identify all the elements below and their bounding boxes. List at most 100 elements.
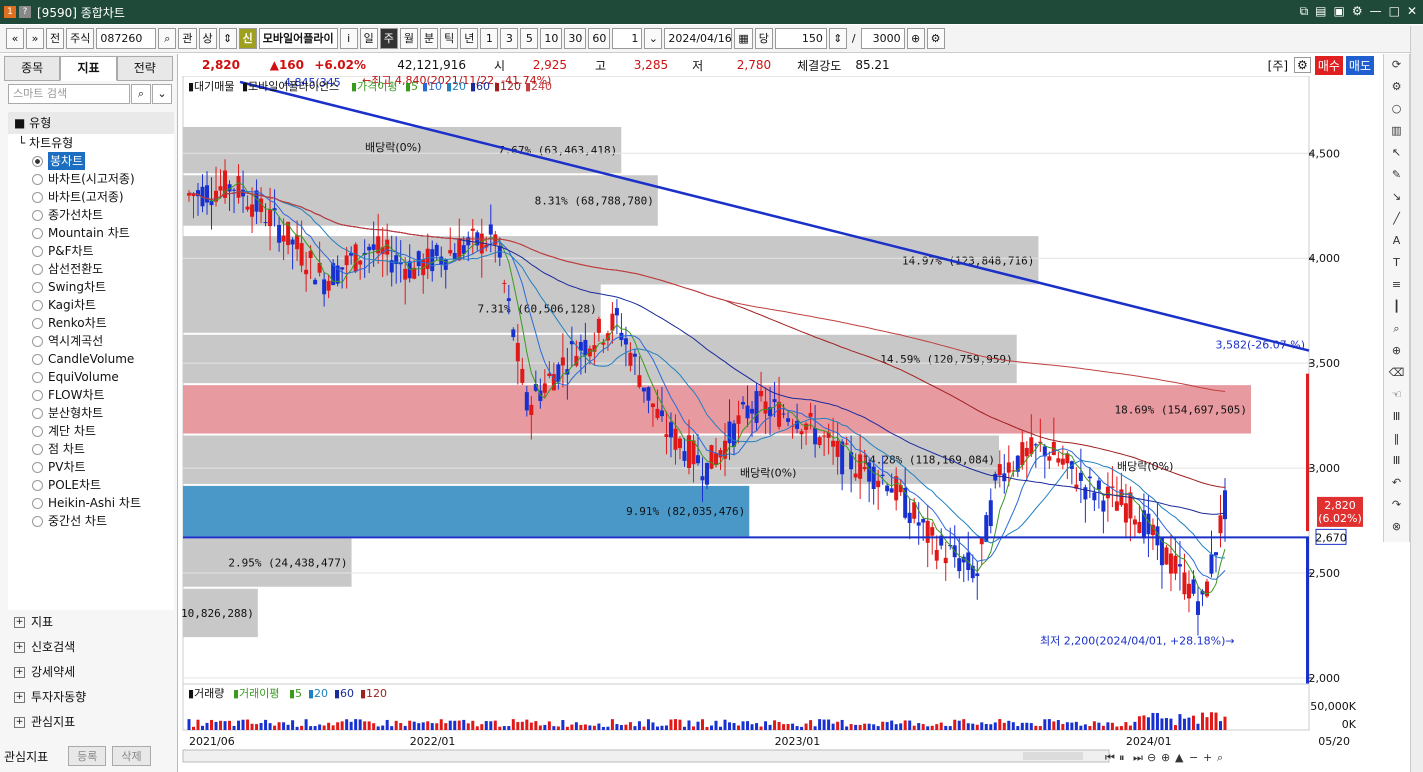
chart-type-item[interactable]: Swing차트	[8, 278, 174, 296]
chart-type-item[interactable]: EquiVolume	[8, 368, 174, 386]
gear-icon[interactable]: ⚙	[1384, 76, 1409, 98]
chart-type-item[interactable]: 역시계곡선	[8, 332, 174, 350]
section-signal[interactable]: + 신호검색	[8, 635, 174, 660]
tree-header[interactable]: ■ 유형	[8, 112, 174, 134]
columns-icon[interactable]: ‖	[1384, 428, 1409, 450]
chart-icon[interactable]: ▥	[1384, 120, 1409, 142]
config-icon[interactable]: ⚙	[1294, 57, 1311, 73]
chart-type-item[interactable]: 계단 차트	[8, 422, 174, 440]
prev-button[interactable]: «	[6, 28, 24, 49]
zoom-icon[interactable]: ⊕	[1384, 340, 1409, 362]
count-input[interactable]: 150	[774, 28, 827, 49]
radio-icon[interactable]	[32, 317, 43, 329]
text-icon[interactable]: T	[1384, 252, 1409, 274]
calendar-icon[interactable]: ▦	[734, 28, 753, 49]
minute-10[interactable]: 10	[540, 28, 563, 49]
circle-icon[interactable]: ○	[1384, 98, 1409, 120]
gear-icon[interactable]: ⚙	[926, 28, 945, 49]
period-week[interactable]: 주	[379, 28, 398, 49]
print-icon[interactable]: ▣	[1333, 4, 1344, 19]
chart-type-item[interactable]: FLOW차트	[8, 386, 174, 404]
bars-icon[interactable]: Ⅲ	[1384, 406, 1409, 428]
brush-icon[interactable]: ⌫	[1384, 362, 1409, 384]
info-button[interactable]: i	[339, 28, 358, 49]
pen-icon[interactable]: ✎	[1384, 164, 1409, 186]
minute-3[interactable]: 3	[500, 28, 519, 49]
section-strength[interactable]: + 강세약세	[8, 660, 174, 685]
arrow-icon[interactable]: ↘	[1384, 186, 1409, 208]
radio-icon[interactable]	[32, 281, 43, 293]
radio-icon[interactable]	[32, 389, 43, 401]
chart-svg[interactable]: 7.67% (63,463,418)8.31% (68,788,780)14.9…	[135, 74, 1383, 764]
updown-icon[interactable]: ⇕	[218, 28, 237, 49]
period-tick[interactable]: 틱	[440, 28, 459, 49]
radio-icon[interactable]	[32, 155, 43, 167]
section-indicator[interactable]: + 지표	[8, 610, 174, 635]
grid-icon[interactable]: Ⅲ	[1384, 450, 1409, 472]
chart-type-item[interactable]: CandleVolume	[8, 350, 174, 368]
chart-type-item[interactable]: 바차트(시고저종)	[8, 170, 174, 188]
hand-icon[interactable]: ☜	[1384, 384, 1409, 406]
chevron-down-icon[interactable]: ⌄	[644, 28, 663, 49]
period-minute[interactable]: 분	[419, 28, 439, 49]
undo-icon[interactable]: ↶	[1384, 472, 1409, 494]
tab-indicator[interactable]: 지표	[60, 56, 117, 81]
redo-icon[interactable]: ↷	[1384, 494, 1409, 516]
close-icon[interactable]: ✕	[1407, 4, 1417, 19]
radio-icon[interactable]	[32, 227, 43, 239]
register-button[interactable]: 등록	[68, 746, 107, 766]
radio-icon[interactable]	[32, 479, 43, 491]
radio-icon[interactable]	[32, 407, 43, 419]
chart-type-item[interactable]: 봉차트	[8, 152, 174, 170]
sang-button[interactable]: 상	[198, 28, 217, 49]
chart-type-item[interactable]: Mountain 차트	[8, 224, 174, 242]
radio-icon[interactable]	[32, 209, 43, 221]
radio-icon[interactable]	[32, 425, 43, 437]
radio-icon[interactable]	[32, 497, 43, 509]
chart-type-item[interactable]: 점 차트	[8, 440, 174, 458]
sell-button[interactable]: 매도	[1345, 55, 1374, 75]
minute-60[interactable]: 60	[588, 28, 611, 49]
period-day[interactable]: 일	[359, 28, 378, 49]
period-year[interactable]: 년	[460, 28, 479, 49]
radio-icon[interactable]	[32, 191, 43, 203]
tab-stock[interactable]: 종목	[4, 56, 61, 81]
cursor-icon[interactable]: ↖	[1384, 142, 1409, 164]
tab-strategy[interactable]: 전략	[116, 56, 173, 81]
candle-icon[interactable]: ┃	[1384, 296, 1409, 318]
search-icon[interactable]: ⌕	[131, 84, 151, 104]
chart-type-item[interactable]: Kagi차트	[8, 296, 174, 314]
help-icon[interactable]: ?	[19, 6, 31, 18]
radio-icon[interactable]	[32, 173, 43, 185]
chart-type-item[interactable]: POLE차트	[8, 476, 174, 494]
chart-type-item[interactable]: 분산형차트	[8, 404, 174, 422]
all-icon[interactable]: ≡	[1384, 274, 1409, 296]
radio-icon[interactable]	[32, 353, 43, 365]
period-month[interactable]: 월	[399, 28, 418, 49]
radio-icon[interactable]	[32, 299, 43, 311]
radio-icon[interactable]	[32, 335, 43, 347]
line-icon[interactable]: ╱	[1384, 208, 1409, 230]
stock-name[interactable]: 모바일어플라이	[258, 28, 338, 49]
minute-30[interactable]: 30	[564, 28, 587, 49]
radio-icon[interactable]	[32, 245, 43, 257]
radio-icon[interactable]	[32, 443, 43, 455]
chart-type-item[interactable]: Renko차트	[8, 314, 174, 332]
radio-icon[interactable]	[32, 515, 43, 527]
kwan-button[interactable]: 관	[178, 28, 197, 49]
tile-icon[interactable]: ▤	[1315, 4, 1326, 19]
zoom-icon[interactable]: ⊕	[906, 28, 925, 49]
date-input[interactable]: 2024/04/16	[664, 28, 733, 49]
total-input[interactable]: 3000	[860, 28, 905, 49]
buy-button[interactable]: 매수	[1314, 55, 1343, 75]
count-stepper[interactable]: ⇕	[828, 28, 847, 49]
interval-input[interactable]: 1	[612, 28, 643, 49]
chart-type-item[interactable]: Heikin-Ashi 차트	[8, 494, 174, 512]
smart-search-input[interactable]: 스마트 검색	[8, 84, 130, 104]
chart-type-item[interactable]: 삼선전환도	[8, 260, 174, 278]
vertical-scrollbar[interactable]	[1410, 26, 1423, 772]
search-icon[interactable]: ⌕	[158, 28, 177, 49]
link-icon[interactable]: ⧉	[1300, 4, 1309, 19]
chart-type-item[interactable]: P&F차트	[8, 242, 174, 260]
chart-area[interactable]: 7.67% (63,463,418) 8.31% (68,788,780) 14.9…	[135, 74, 1383, 764]
